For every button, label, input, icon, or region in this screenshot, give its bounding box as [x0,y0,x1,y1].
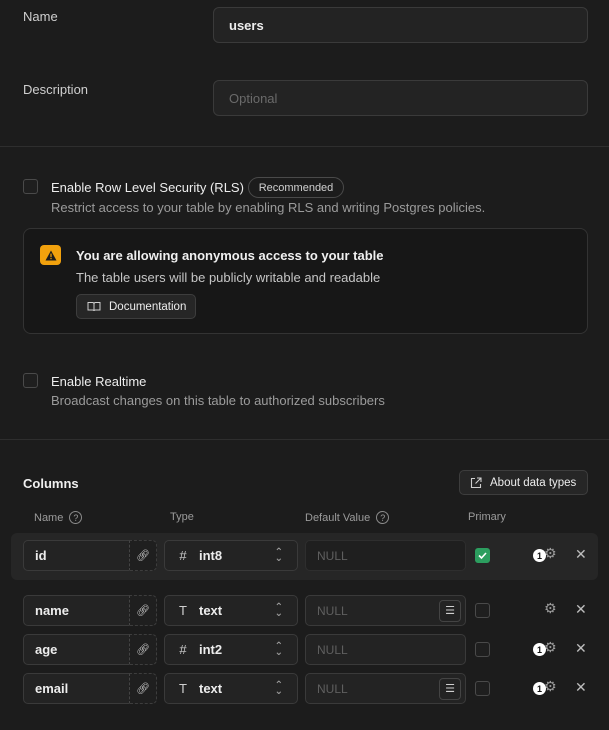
column-name-value: id [35,548,47,563]
description-input[interactable] [229,90,572,106]
close-icon[interactable]: ✕ [575,601,587,618]
about-data-types-button[interactable]: About data types [459,470,588,495]
default-value-input[interactable]: NULL ☰ [305,595,466,626]
description-field[interactable] [213,80,588,116]
text-type-icon: T [179,681,187,696]
close-icon[interactable]: ✕ [575,679,587,696]
external-link-icon [470,476,482,489]
header-name: Name? [34,511,83,524]
warning-icon [40,245,61,265]
realtime-checkbox[interactable] [23,373,38,388]
default-value-text: NULL [317,603,348,618]
recommended-badge: Recommended [248,177,344,198]
name-input[interactable] [229,17,572,33]
anonymous-access-alert: You are allowing anonymous access to you… [23,228,588,334]
type-select[interactable]: Ttext ⌃ ⌄ [164,673,298,704]
type-value: text [199,681,223,696]
primary-count-badge: 1 [533,643,546,656]
primary-checkbox[interactable] [475,603,490,618]
column-name-value: age [35,642,58,657]
columns-title: Columns [23,476,79,491]
type-select[interactable]: # int8 ⌃ ⌄ [164,540,298,571]
suggestions-button[interactable]: ☰ [439,599,461,622]
book-icon [87,301,101,312]
close-icon[interactable]: ✕ [575,640,587,657]
foreign-key-button[interactable]: 🔗︎ [129,673,157,704]
type-select[interactable]: # int2 ⌃ ⌄ [164,634,298,665]
divider [0,439,609,440]
default-value-text: NULL [317,642,348,657]
chevron-up-down-icon: ⌃ ⌄ [274,640,283,658]
name-label: Name [23,9,58,24]
default-value-text: NULL [317,548,348,563]
primary-checkbox[interactable] [475,548,490,563]
hash-icon: # [179,642,187,657]
alert-title: You are allowing anonymous access to you… [76,248,384,263]
foreign-key-button[interactable]: 🔗︎ [129,634,157,665]
column-name-value: name [35,603,69,618]
chevron-up-down-icon: ⌃ ⌄ [274,546,283,564]
type-value: int2 [199,642,223,657]
primary-count-badge: 1 [533,682,546,695]
link-icon: 🔗︎ [136,550,150,562]
default-value-input[interactable]: NULL [305,634,466,665]
text-type-icon: T [179,603,187,618]
primary-checkbox[interactable] [475,642,490,657]
chevron-up-down-icon: ⌃ ⌄ [274,601,283,619]
rls-checkbox[interactable] [23,179,38,194]
documentation-button[interactable]: Documentation [76,294,196,319]
alert-message: The table users will be publicly writabl… [76,270,381,285]
header-type: Type [170,511,194,523]
type-value: text [199,603,223,618]
about-data-types-label: About data types [490,476,577,489]
help-icon[interactable]: ? [376,511,390,524]
type-select[interactable]: Ttext ⌃ ⌄ [164,595,298,626]
realtime-description: Broadcast changes on this table to autho… [51,393,385,408]
hash-icon: # [179,548,187,563]
rls-title: Enable Row Level Security (RLS) [51,180,244,195]
documentation-label: Documentation [109,300,187,313]
description-label: Description [23,82,89,97]
primary-count-badge: 1 [533,549,546,562]
default-value-input[interactable]: NULL ☰ [305,673,466,704]
chevron-up-down-icon: ⌃ ⌄ [274,679,283,697]
column-name-value: email [35,681,69,696]
list-icon: ☰ [445,683,455,695]
link-icon: 🔗︎ [136,644,150,656]
close-icon[interactable]: ✕ [575,546,587,563]
default-value-text: NULL [317,681,348,696]
divider [0,146,609,147]
header-primary: Primary [468,511,506,523]
realtime-title: Enable Realtime [51,374,147,389]
list-icon: ☰ [445,605,455,617]
foreign-key-button[interactable]: 🔗︎ [129,595,157,626]
foreign-key-button[interactable]: 🔗︎ [129,540,157,571]
gear-icon[interactable]: ⚙︎ [544,600,557,617]
rls-description: Restrict access to your table by enablin… [51,200,486,215]
link-icon: 🔗︎ [136,605,150,617]
header-default-value: Default Value? [305,511,390,524]
link-icon: 🔗︎ [136,683,150,695]
primary-checkbox[interactable] [475,681,490,696]
suggestions-button[interactable]: ☰ [439,677,461,700]
help-icon[interactable]: ? [69,511,83,524]
default-value-input[interactable]: NULL [305,540,466,571]
type-value: int8 [199,548,223,563]
check-icon [478,552,487,560]
name-field[interactable] [213,7,588,43]
